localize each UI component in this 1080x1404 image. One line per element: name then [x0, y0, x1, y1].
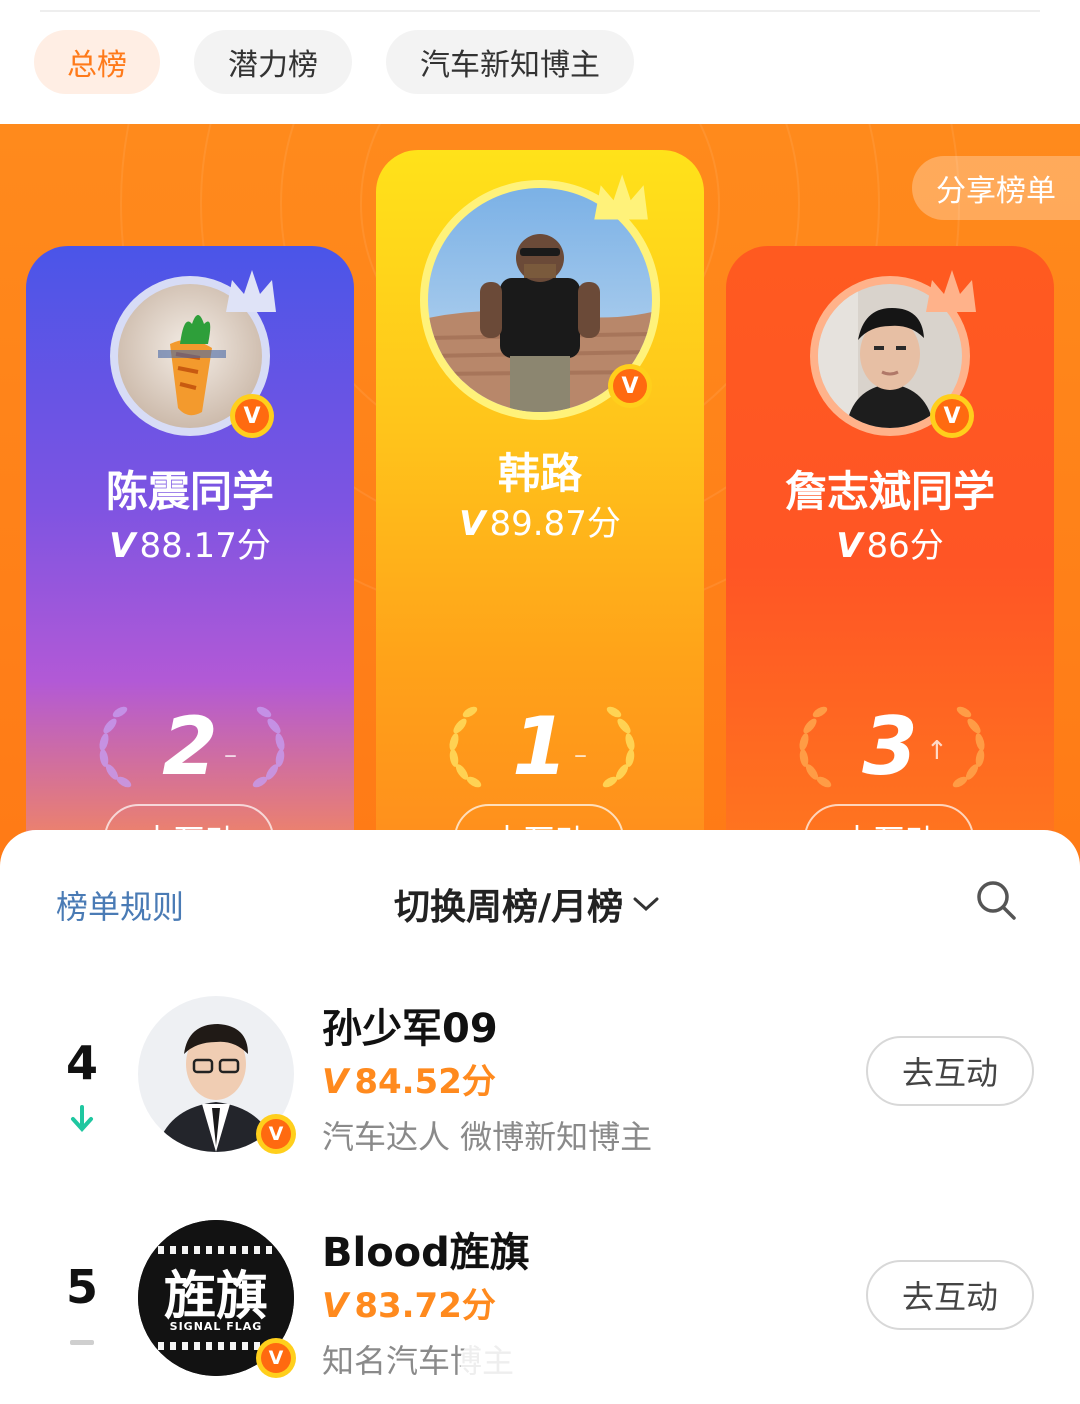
search-icon[interactable] [974, 878, 1018, 922]
arrow-down-icon [71, 1105, 93, 1132]
rank-number: 4 [65, 1036, 98, 1090]
rank-number: 3 [862, 700, 918, 793]
ranked-user-name[interactable]: 詹志斌同学 [726, 458, 1054, 519]
ranked-user-name[interactable]: 陈震同学 [26, 458, 354, 519]
list-item[interactable]: 4 V 孙少军09 V 84.52分 汽车达人 微博新知博主 去互动 [0, 996, 1080, 1176]
tab-bar: 总榜 潜力榜 汽车新知博主 [0, 0, 1080, 124]
ranked-user-name[interactable]: 韩路 [376, 440, 704, 501]
rank-number: 5 [65, 1260, 98, 1314]
rank-number: 1 [512, 700, 568, 793]
rank-indicator: 3 ↑ [726, 702, 1054, 792]
rank-trend-flat: – [224, 740, 237, 770]
crown-icon [226, 270, 276, 312]
verified-badge-icon: V [930, 394, 974, 438]
user-description: 汽车达人 微博新知博主 [322, 1118, 653, 1156]
v-score-icon: V [322, 1062, 349, 1102]
podium-card-rank-2: V 陈震同学 V88.17分 2 – 去互动 [26, 246, 354, 884]
laurel-right-icon [252, 706, 285, 788]
podium-card-rank-1: V 韩路 V89.87分 1 – 去互动 [376, 150, 704, 884]
rank-trend-flat: – [574, 740, 587, 770]
v-score-icon: V [836, 526, 863, 566]
ranking-rules-link[interactable]: 榜单规则 [56, 882, 184, 928]
crown-icon [594, 174, 648, 220]
verified-badge-icon: V [230, 394, 274, 438]
rank-indicator: 2 – [26, 702, 354, 792]
period-switch-dropdown[interactable]: 切换周榜/月榜 [394, 878, 661, 930]
chevron-down-icon [633, 897, 659, 912]
ranked-user-score: V 86分 [836, 526, 944, 566]
ranked-user-score: V 89.87分 [459, 504, 621, 544]
user-score: V 84.52分 [322, 1062, 496, 1102]
user-name[interactable]: Blood旌旗 [322, 1220, 530, 1278]
podium-section: 分享榜单 V 陈震同学 V88.17分 2 – 去互动 [0, 124, 1080, 884]
verified-badge-icon: V [256, 1338, 296, 1378]
tab-potential[interactable]: 潜力榜 [194, 30, 352, 94]
laurel-right-icon [952, 706, 985, 788]
interact-button[interactable]: 去互动 [866, 1260, 1034, 1330]
rank-flat-icon [70, 1340, 94, 1345]
laurel-right-icon [602, 706, 635, 788]
ranked-user-score: V 88.17分 [109, 526, 271, 566]
avatar-logo-subtext: SIGNAL FLAG [169, 1320, 263, 1333]
tab-auto-blogger[interactable]: 汽车新知博主 [386, 30, 634, 94]
avatar-logo-text: 旌旗 [163, 1266, 268, 1327]
tab-overall[interactable]: 总榜 [34, 30, 160, 94]
user-name[interactable]: 孙少军09 [322, 996, 498, 1054]
interact-button[interactable]: 去互动 [866, 1036, 1034, 1106]
podium-card-rank-3: V 詹志斌同学 V86分 3 ↑ 去互动 [726, 246, 1054, 884]
v-score-icon: V [459, 504, 486, 544]
watermark-overlay [460, 1340, 630, 1384]
user-score: V 83.72分 [322, 1286, 496, 1326]
v-score-icon: V [109, 526, 136, 566]
share-ranking-button[interactable]: 分享榜单 [912, 156, 1080, 220]
rank-indicator: 1 – [376, 702, 704, 792]
ranking-list-panel: 榜单规则 切换周榜/月榜 4 V 孙少军09 V 84.52分 汽车达人 微博新知… [0, 830, 1080, 1404]
divider [40, 10, 1040, 12]
rank-number: 2 [162, 700, 218, 793]
rank-trend-up-icon: ↑ [926, 736, 948, 766]
crown-icon [926, 270, 976, 312]
verified-badge-icon: V [608, 364, 652, 408]
period-switch-label: 切换周榜/月榜 [394, 887, 624, 928]
verified-badge-icon: V [256, 1114, 296, 1154]
v-score-icon: V [322, 1286, 349, 1326]
